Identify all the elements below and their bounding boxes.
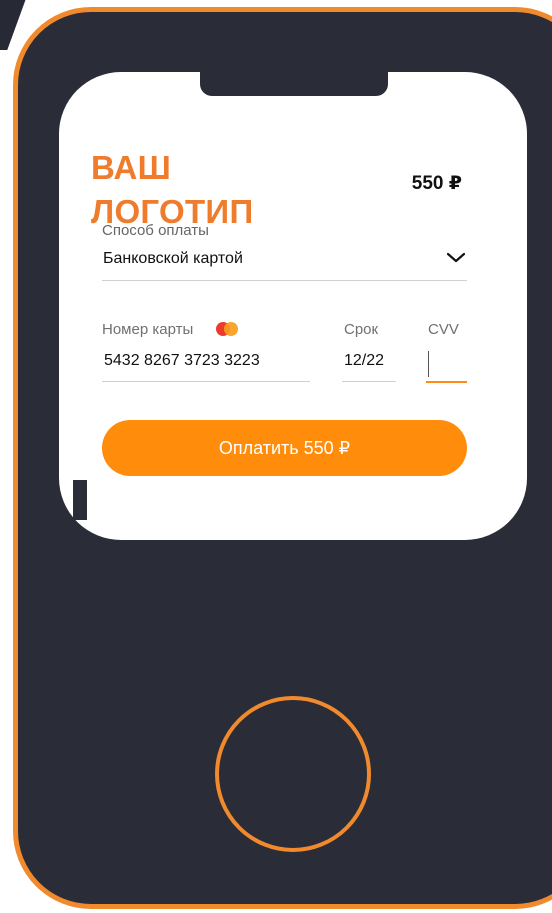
card-number-field[interactable]: 5432 8267 3723 3223 [102,349,310,382]
expiry-value: 12/22 [344,352,385,369]
phone-notch [200,56,388,96]
card-number-value: 5432 8267 3723 3223 [104,352,260,369]
pay-button[interactable]: Оплатить 550 ₽ [102,420,467,476]
screen-edge-artifact [73,480,87,520]
expiry-label: Срок [344,321,379,338]
card-number-label: Номер карты [102,321,194,338]
payment-method-label: Способ оплаты [102,222,209,239]
text-caret [428,351,429,377]
brand-logo: ВАШ ЛОГОТИП [91,146,311,234]
expiry-field[interactable]: 12/22 [342,349,396,382]
home-button[interactable] [215,696,371,852]
logo-line-1: ВАШ [91,149,172,186]
mastercard-yellow-circle [224,322,238,336]
cvv-field[interactable] [426,349,467,383]
payment-method-value: Банковской картой [103,250,243,267]
stage: ВАШ ЛОГОТИП 550 ₽ Способ оплаты Банковск… [0,0,552,913]
chevron-down-icon [446,252,466,263]
cvv-label: CVV [428,321,459,338]
order-total: 550 ₽ [411,173,462,194]
payment-method-select[interactable]: Банковской картой [102,248,467,281]
mastercard-icon [216,322,240,336]
